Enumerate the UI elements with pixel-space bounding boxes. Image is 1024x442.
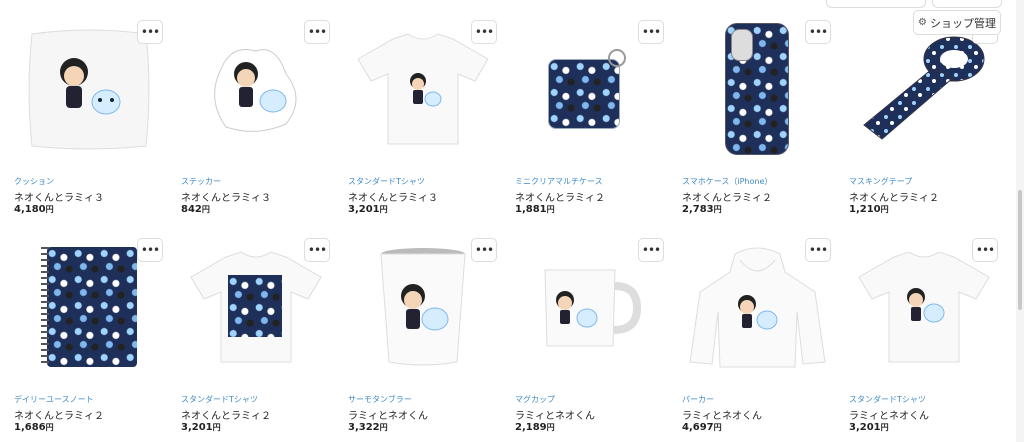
product-price: 3,201円: [849, 422, 889, 433]
more-options-button[interactable]: •••: [638, 238, 664, 262]
product-category[interactable]: クッション: [14, 176, 54, 187]
product-card[interactable]: ••• サーモタンブラー ラミィとネオくん 3,322円: [348, 234, 498, 442]
product-name[interactable]: ラミィとネオくん: [682, 407, 762, 422]
more-options-button[interactable]: •••: [471, 238, 497, 262]
product-card[interactable]: ••• マグカップ ラミィとネオくん 2,189円: [515, 234, 665, 442]
more-options-button[interactable]: •••: [471, 20, 497, 44]
product-category[interactable]: スマホケース（iPhone）: [682, 176, 772, 187]
product-category[interactable]: デイリーユースノート: [14, 394, 94, 405]
product-name[interactable]: ネオくんとラミィ３: [14, 189, 104, 204]
product-name[interactable]: ラミィとネオくん: [515, 407, 595, 422]
more-options-button[interactable]: •••: [137, 20, 163, 44]
toolbar-button[interactable]: [826, 0, 926, 8]
product-category[interactable]: サーモタンブラー: [348, 394, 412, 405]
scrollbar-thumb[interactable]: [1018, 190, 1022, 310]
product-card[interactable]: ••• スマホケース（iPhone） ネオくんとラミィ２ 2,783円: [682, 16, 832, 234]
gear-icon: ⚙: [918, 17, 927, 28]
product-name[interactable]: ネオくんとラミィ２: [682, 189, 772, 204]
product-price: 3,201円: [348, 204, 388, 215]
product-card[interactable]: ••• マスキングテープ ネオくんとラミィ２ 1,210円: [849, 16, 999, 234]
product-price: 3,322円: [348, 422, 388, 433]
product-name[interactable]: ラミィとネオくん: [348, 407, 428, 422]
scrollbar[interactable]: [1016, 0, 1024, 442]
product-name[interactable]: ネオくんとラミィ２: [515, 189, 605, 204]
product-card[interactable]: ••• ミニクリアマルチケース ネオくんとラミィ２ 1,881円: [515, 16, 665, 234]
product-category[interactable]: マグカップ: [515, 394, 555, 405]
product-price: 2,189円: [515, 422, 555, 433]
product-category[interactable]: ステッカー: [181, 176, 221, 187]
product-price: 842円: [181, 204, 210, 215]
more-options-button[interactable]: •••: [304, 238, 330, 262]
product-name[interactable]: ネオくんとラミィ２: [849, 189, 939, 204]
shop-manage-label: ショップ管理: [929, 16, 996, 30]
toolbar-button[interactable]: [932, 0, 1002, 8]
more-options-button[interactable]: •••: [972, 238, 998, 262]
product-price: 1,210円: [849, 204, 889, 215]
product-name[interactable]: ネオくんとラミィ３: [348, 189, 438, 204]
more-options-button[interactable]: •••: [137, 238, 163, 262]
shop-manage-button[interactable]: ⚙ ショップ管理: [913, 10, 1001, 35]
product-card[interactable]: ••• パーカー ラミィとネオくん 4,697円: [682, 234, 832, 442]
product-card[interactable]: ••• デイリーユースノート ネオくんとラミィ２ 1,686円: [14, 234, 164, 442]
product-category[interactable]: スタンダードTシャツ: [181, 394, 258, 405]
product-category[interactable]: スタンダードTシャツ: [849, 394, 926, 405]
product-name[interactable]: ネオくんとラミィ２: [181, 407, 271, 422]
more-options-button[interactable]: •••: [805, 238, 831, 262]
more-options-button[interactable]: •••: [304, 20, 330, 44]
product-price: 4,180円: [14, 204, 54, 215]
product-category[interactable]: ミニクリアマルチケース: [515, 176, 603, 187]
product-name[interactable]: ラミィとネオくん: [849, 407, 929, 422]
product-price: 3,201円: [181, 422, 221, 433]
product-card[interactable]: ••• スタンダードTシャツ ネオくんとラミィ３ 3,201円: [348, 16, 498, 234]
product-card[interactable]: ••• ステッカー ネオくんとラミィ３ 842円: [181, 16, 331, 234]
more-options-button[interactable]: •••: [805, 20, 831, 44]
product-name[interactable]: ネオくんとラミィ２: [14, 407, 104, 422]
product-category[interactable]: パーカー: [682, 394, 714, 405]
more-options-button[interactable]: •••: [638, 20, 664, 44]
product-price: 2,783円: [682, 204, 722, 215]
product-price: 1,881円: [515, 204, 555, 215]
product-category[interactable]: スタンダードTシャツ: [348, 176, 425, 187]
product-card[interactable]: ••• クッション ネオくんとラミィ３ 4,180円: [14, 16, 164, 234]
product-name[interactable]: ネオくんとラミィ３: [181, 189, 271, 204]
product-card[interactable]: ••• スタンダードTシャツ ネオくんとラミィ２ 3,201円: [181, 234, 331, 442]
product-category[interactable]: マスキングテープ: [849, 176, 912, 187]
product-card[interactable]: ••• スタンダードTシャツ ラミィとネオくん 3,201円: [849, 234, 999, 442]
product-price: 4,697円: [682, 422, 722, 433]
product-price: 1,686円: [14, 422, 54, 433]
